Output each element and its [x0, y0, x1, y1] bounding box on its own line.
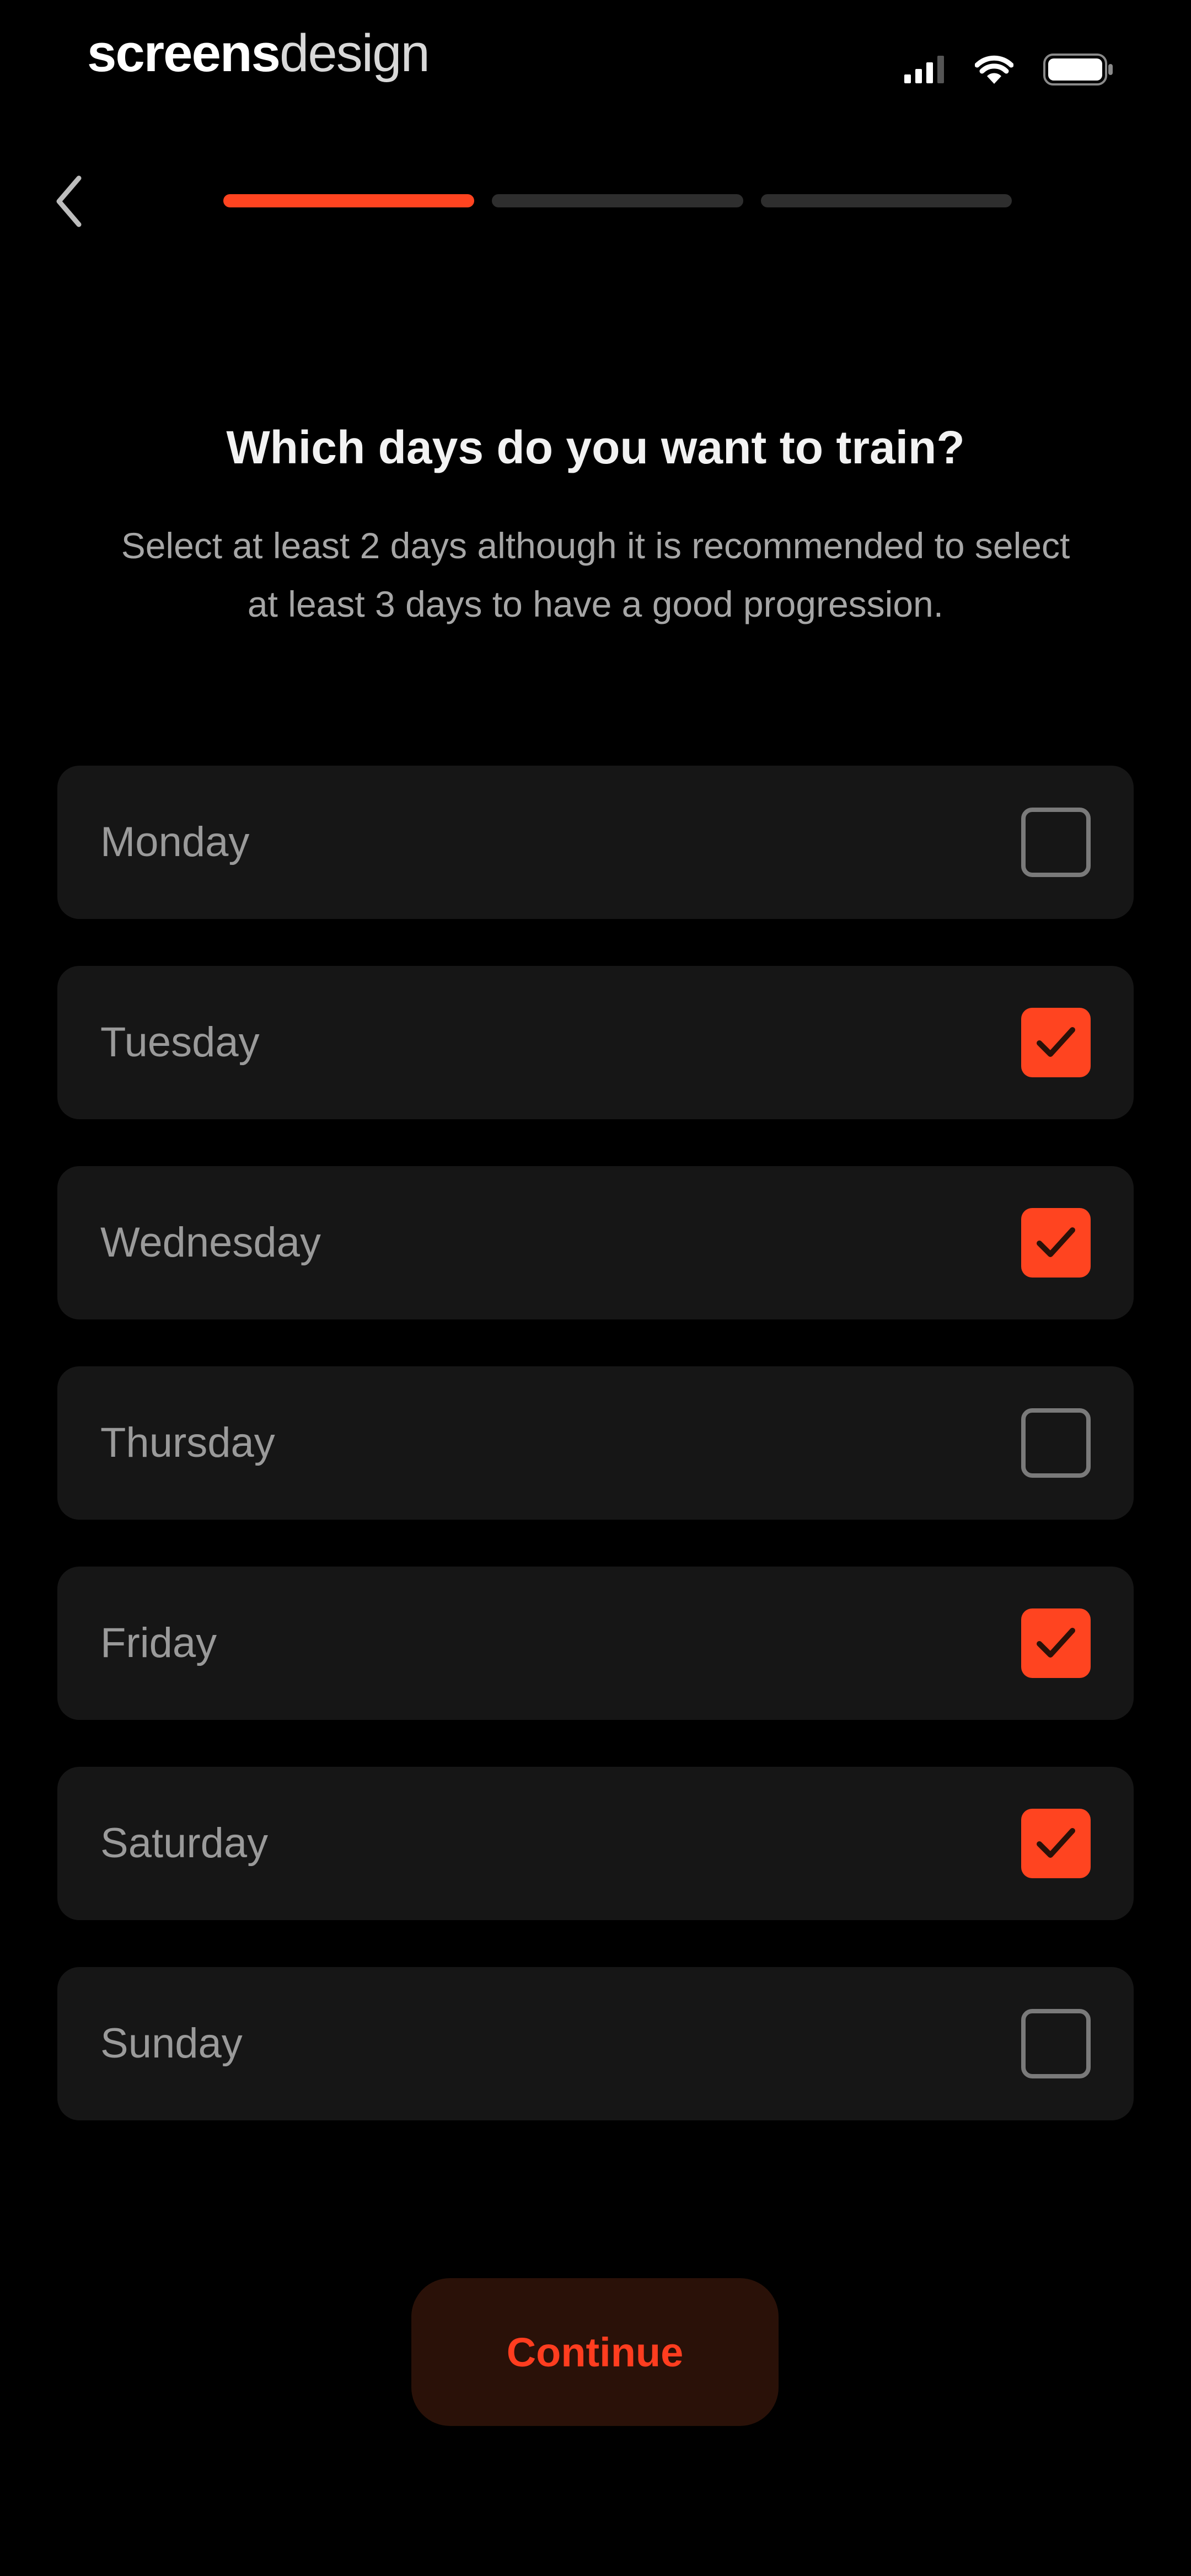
- day-option-tuesday[interactable]: Tuesday: [57, 966, 1134, 1119]
- progress-indicator: [223, 194, 1012, 207]
- checkmark-icon: [1037, 1227, 1075, 1257]
- progress-step-2: [492, 194, 743, 207]
- continue-button[interactable]: Continue: [411, 2278, 779, 2426]
- day-checkbox[interactable]: [1021, 1408, 1091, 1478]
- day-label: Sunday: [100, 2020, 243, 2067]
- day-label: Tuesday: [100, 1019, 260, 1066]
- status-icons: [904, 47, 1114, 92]
- day-option-friday[interactable]: Friday: [57, 1567, 1134, 1720]
- signal-icon: [904, 56, 944, 83]
- day-list: Monday Tuesday Wednesday Thursday Friday…: [57, 766, 1134, 2167]
- status-bar: screensdesign: [0, 0, 1191, 127]
- day-checkbox[interactable]: [1021, 1008, 1091, 1077]
- progress-step-3: [760, 194, 1012, 207]
- day-option-monday[interactable]: Monday: [57, 766, 1134, 919]
- day-option-saturday[interactable]: Saturday: [57, 1767, 1134, 1920]
- day-checkbox[interactable]: [1021, 2009, 1091, 2078]
- day-checkbox[interactable]: [1021, 1208, 1091, 1278]
- day-label: Saturday: [100, 1820, 269, 1867]
- brand-logo-bold: screens: [87, 24, 281, 83]
- progress-step-1: [223, 194, 475, 207]
- top-nav: [0, 160, 1191, 243]
- chevron-left-icon: [56, 175, 82, 227]
- battery-icon: [1043, 54, 1113, 85]
- checkmark-icon: [1037, 1027, 1075, 1057]
- day-checkbox[interactable]: [1021, 1608, 1091, 1678]
- day-checkbox[interactable]: [1021, 1809, 1091, 1878]
- checkmark-icon: [1037, 1828, 1075, 1858]
- brand-logo-light: design: [279, 24, 430, 83]
- day-checkbox[interactable]: [1021, 808, 1091, 877]
- day-label: Thursday: [100, 1419, 275, 1466]
- back-button[interactable]: [39, 171, 99, 232]
- day-label: Monday: [100, 819, 250, 865]
- day-option-wednesday[interactable]: Wednesday: [57, 1166, 1134, 1319]
- day-option-sunday[interactable]: Sunday: [57, 1967, 1134, 2120]
- brand-logo: screensdesign: [87, 23, 430, 84]
- day-label: Friday: [100, 1620, 217, 1666]
- screen: screensdesign Which days do you want to …: [0, 0, 1191, 2576]
- page-subtitle: Select at least 2 days although it is re…: [121, 525, 1070, 624]
- wifi-icon: [975, 55, 1013, 84]
- day-option-thursday[interactable]: Thursday: [57, 1366, 1134, 1520]
- checkmark-icon: [1037, 1628, 1075, 1658]
- page-title: Which days do you want to train?: [226, 421, 965, 474]
- day-label: Wednesday: [100, 1219, 321, 1266]
